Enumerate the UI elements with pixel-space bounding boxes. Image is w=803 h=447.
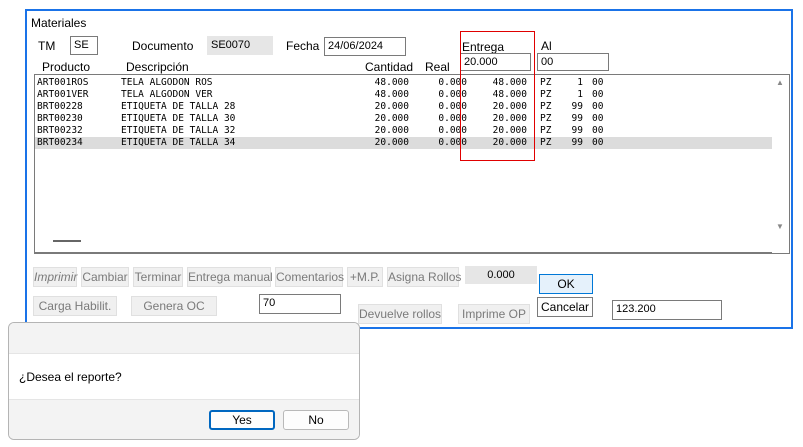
fecha-label: Fecha xyxy=(286,39,320,53)
imprime-op-button[interactable]: Imprime OP xyxy=(458,304,530,324)
table-row[interactable]: BRT00234 ETIQUETA DE TALLA 34 20.000 0.000 2… xyxy=(35,137,773,149)
cell-unidad: PZ xyxy=(540,101,552,112)
table-row[interactable]: BRT00230 ETIQUETA DE TALLA 30 20.000 0.000 2… xyxy=(35,113,773,125)
cell-n1: 1 xyxy=(577,77,583,88)
materials-list[interactable]: ART001ROS TELA ALGODON ROS 48.000 0.000 48.0… xyxy=(34,74,790,254)
cell-cantidad: 48.000 xyxy=(374,77,409,88)
asigna-rollos-button[interactable]: Asigna Rollos xyxy=(387,267,461,287)
cell-n1: 99 xyxy=(571,101,583,112)
header-producto: Producto xyxy=(42,60,91,74)
cell-real: 0.000 xyxy=(438,113,467,124)
cell-unidad: PZ xyxy=(540,125,552,136)
cell-entrega: 20.000 xyxy=(492,137,527,148)
cell-producto: ART001ROS xyxy=(37,77,89,88)
vertical-scrollbar[interactable]: ▲ ▼ xyxy=(772,75,789,253)
cell-descripcion: ETIQUETA DE TALLA 32 xyxy=(121,125,236,136)
comentarios-button[interactable]: Comentarios xyxy=(275,267,344,287)
cell-n2: 00 xyxy=(592,89,604,100)
scroll-down-icon[interactable]: ▼ xyxy=(776,222,784,231)
dialog-message: ¿Desea el reporte? xyxy=(19,370,122,384)
dialog-titlebar[interactable] xyxy=(9,323,359,354)
number-input[interactable]: 70 xyxy=(259,294,341,314)
cell-n1: 99 xyxy=(571,125,583,136)
cell-n2: 00 xyxy=(592,125,604,136)
cancelar-button[interactable]: Cancelar xyxy=(537,297,593,317)
table-row[interactable]: BRT00228 ETIQUETA DE TALLA 28 20.000 0.000 2… xyxy=(35,101,773,113)
entrega-label: Entrega xyxy=(462,40,505,54)
table-row[interactable]: ART001VER TELA ALGODON VER 48.000 0.000 48.0… xyxy=(35,89,773,101)
cell-entrega: 20.000 xyxy=(492,113,527,124)
cell-entrega: 20.000 xyxy=(492,101,527,112)
cell-unidad: PZ xyxy=(540,137,552,148)
window-title: Materiales xyxy=(31,16,87,30)
cell-cantidad: 20.000 xyxy=(374,101,409,112)
cell-real: 0.000 xyxy=(438,125,467,136)
cambiar-button[interactable]: Cambiar xyxy=(81,267,129,287)
cell-n2: 00 xyxy=(592,113,604,124)
documento-label: Documento xyxy=(132,39,194,53)
asigna-value: 0.000 xyxy=(465,266,537,284)
cell-n1: 99 xyxy=(571,113,583,124)
cell-entrega: 48.000 xyxy=(492,77,527,88)
cell-producto: BRT00228 xyxy=(37,101,83,112)
al-label: Al xyxy=(541,39,552,53)
entrega-input[interactable]: 20.000 xyxy=(460,53,531,71)
cell-descripcion: ETIQUETA DE TALLA 34 xyxy=(121,137,236,148)
cell-producto: ART001VER xyxy=(37,89,89,100)
cell-n1: 99 xyxy=(571,137,583,148)
cell-descripcion: ETIQUETA DE TALLA 30 xyxy=(121,113,236,124)
cell-descripcion: TELA ALGODON ROS xyxy=(121,77,213,88)
fecha-input[interactable]: 24/06/2024 xyxy=(324,37,406,56)
ok-button[interactable]: OK xyxy=(539,274,593,294)
dialog-footer: Yes No xyxy=(9,399,359,439)
yes-button[interactable]: Yes xyxy=(209,410,275,430)
carga-habilit-button[interactable]: Carga Habilit. xyxy=(33,296,117,316)
cell-cantidad: 20.000 xyxy=(374,113,409,124)
cell-entrega: 48.000 xyxy=(492,89,527,100)
scroll-up-icon[interactable]: ▲ xyxy=(776,78,784,87)
cell-producto: BRT00230 xyxy=(37,113,83,124)
list-divider xyxy=(35,252,789,253)
cell-n2: 00 xyxy=(592,137,604,148)
cell-real: 0.000 xyxy=(438,101,467,112)
cell-n1: 1 xyxy=(577,89,583,100)
terminar-button[interactable]: Terminar xyxy=(133,267,183,287)
imprimir-button[interactable]: Imprimir xyxy=(33,267,77,287)
horizontal-scroll-thumb[interactable] xyxy=(53,240,81,242)
table-row[interactable]: ART001ROS TELA ALGODON ROS 48.000 0.000 48.0… xyxy=(35,77,773,89)
cell-cantidad: 20.000 xyxy=(374,137,409,148)
cell-descripcion: ETIQUETA DE TALLA 28 xyxy=(121,101,236,112)
cell-unidad: PZ xyxy=(540,77,552,88)
entrega-manual-button[interactable]: Entrega manual xyxy=(187,267,273,287)
materiales-window: Materiales TM SE Documento SE0070 Fecha … xyxy=(25,9,793,329)
cell-unidad: PZ xyxy=(540,113,552,124)
cell-cantidad: 20.000 xyxy=(374,125,409,136)
cell-cantidad: 48.000 xyxy=(374,89,409,100)
tm-input[interactable]: SE xyxy=(70,36,98,55)
documento-field: SE0070 xyxy=(207,36,273,55)
mp-button[interactable]: +M.P. xyxy=(347,267,383,287)
tm-label: TM xyxy=(38,39,56,53)
table-row[interactable]: BRT00232 ETIQUETA DE TALLA 32 20.000 0.000 2… xyxy=(35,125,773,137)
header-descripcion: Descripción xyxy=(126,60,189,74)
cell-n2: 00 xyxy=(592,77,604,88)
genera-oc-button[interactable]: Genera OC xyxy=(131,296,217,316)
total-field[interactable]: 123.200 xyxy=(612,300,722,320)
header-real: Real xyxy=(425,60,450,74)
cell-real: 0.000 xyxy=(438,137,467,148)
devuelve-rollos-button[interactable]: Devuelve rollos xyxy=(358,304,442,324)
cell-descripcion: TELA ALGODON VER xyxy=(121,89,213,100)
al-input[interactable]: 00 xyxy=(537,53,609,71)
cell-n2: 00 xyxy=(592,101,604,112)
no-button[interactable]: No xyxy=(283,410,349,430)
cell-entrega: 20.000 xyxy=(492,125,527,136)
header-cantidad: Cantidad xyxy=(365,60,414,74)
cell-producto: BRT00232 xyxy=(37,125,83,136)
cell-real: 0.000 xyxy=(438,77,467,88)
cell-real: 0.000 xyxy=(438,89,467,100)
cell-producto: BRT00234 xyxy=(37,137,83,148)
confirm-dialog: ¿Desea el reporte? Yes No xyxy=(8,322,360,440)
cell-unidad: PZ xyxy=(540,89,552,100)
